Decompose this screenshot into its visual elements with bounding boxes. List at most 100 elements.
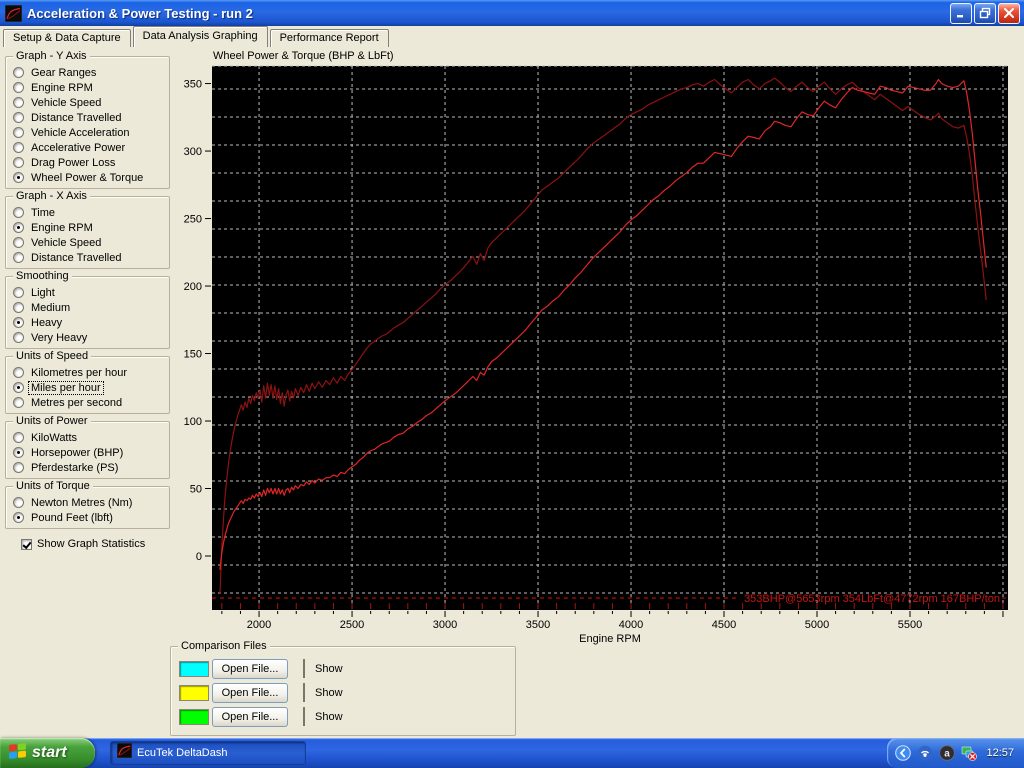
radio-icon bbox=[13, 127, 24, 138]
show-checkbox[interactable] bbox=[303, 707, 310, 726]
group-label: Units of Power bbox=[13, 415, 91, 427]
minimize-button[interactable] bbox=[950, 2, 972, 24]
svg-text:5000: 5000 bbox=[805, 619, 829, 631]
start-button[interactable]: start bbox=[0, 738, 95, 768]
close-button[interactable] bbox=[998, 2, 1020, 24]
tab-performance-report[interactable]: Performance Report bbox=[269, 29, 389, 47]
collapse-chevron-icon[interactable] bbox=[895, 745, 912, 761]
network-error-icon[interactable] bbox=[961, 745, 978, 761]
radio-label: Medium bbox=[31, 301, 71, 314]
radio-icon bbox=[13, 142, 24, 153]
radio-label: Vehicle Speed bbox=[31, 236, 102, 249]
radio-horsepower-bhp[interactable]: Horsepower (BHP) bbox=[13, 445, 167, 460]
radio-kilometres-per-hour[interactable]: Kilometres per hour bbox=[13, 365, 167, 380]
show-graph-statistics-checkbox[interactable]: Show Graph Statistics bbox=[21, 538, 170, 550]
group-label: Units of Speed bbox=[13, 350, 92, 362]
show-checkbox[interactable] bbox=[303, 659, 310, 678]
power-torque-plot: 0 50 100 150 200 250 300 350 2000 2500 3000 3500 400… bbox=[184, 65, 1008, 645]
taskbar: start EcuTek DeltaDash a 12:57 bbox=[0, 738, 1024, 768]
radio-kilowatts[interactable]: KiloWatts bbox=[13, 430, 167, 445]
radio-very-heavy[interactable]: Very Heavy bbox=[13, 330, 167, 345]
comparison-color-swatch bbox=[179, 685, 209, 701]
radio-label: Newton Metres (Nm) bbox=[31, 496, 133, 509]
radio-icon bbox=[13, 317, 24, 328]
tab-setup-data-capture[interactable]: Setup & Data Capture bbox=[3, 29, 131, 47]
comparison-color-swatch bbox=[179, 661, 209, 677]
comparison-color-swatch bbox=[179, 709, 209, 725]
radio-label: Distance Travelled bbox=[31, 251, 122, 264]
radio-icon bbox=[13, 497, 24, 508]
radio-icon bbox=[13, 237, 24, 248]
radio-pferdestarke-ps[interactable]: Pferdestarke (PS) bbox=[13, 460, 167, 475]
radio-label: Heavy bbox=[31, 316, 63, 329]
radio-time[interactable]: Time bbox=[13, 205, 167, 220]
radio-label: Gear Ranges bbox=[31, 66, 97, 79]
radio-pound-feet-lbft[interactable]: Pound Feet (lbft) bbox=[13, 510, 167, 525]
radio-icon bbox=[13, 382, 24, 393]
taskbar-clock: 12:57 bbox=[986, 747, 1014, 759]
group-label: Smoothing bbox=[13, 270, 72, 282]
svg-text:100: 100 bbox=[184, 416, 202, 428]
open-file-button[interactable]: Open File... bbox=[212, 707, 288, 727]
radio-light[interactable]: Light bbox=[13, 285, 167, 300]
chart-area: Wheel Power & Torque (BHP & LbFt) 0 50 100… bbox=[180, 50, 1020, 650]
show-checkbox[interactable] bbox=[303, 683, 310, 702]
radio-icon bbox=[13, 462, 24, 473]
group-units-of-speed: Units of Speed Kilometres per hour Miles p… bbox=[5, 350, 170, 414]
radio-engine-rpm[interactable]: Engine RPM bbox=[13, 220, 167, 235]
radio-icon bbox=[13, 222, 24, 233]
open-file-button[interactable]: Open File... bbox=[212, 659, 288, 679]
radio-label: Light bbox=[31, 286, 55, 299]
radio-gear-ranges[interactable]: Gear Ranges bbox=[13, 65, 167, 80]
radio-label: Kilometres per hour bbox=[31, 366, 127, 379]
radio-vehicle-speed[interactable]: Vehicle Speed bbox=[13, 95, 167, 110]
radio-miles-per-hour[interactable]: Miles per hour bbox=[13, 380, 167, 395]
radio-label: Pferdestarke (PS) bbox=[31, 461, 119, 474]
comparison-row: Open File... Show bbox=[179, 681, 515, 705]
wireless-signal-icon[interactable] bbox=[917, 745, 933, 761]
radio-wheel-power-torque[interactable]: Wheel Power & Torque bbox=[13, 170, 167, 185]
svg-text:2500: 2500 bbox=[340, 619, 364, 631]
radio-accelerative-power[interactable]: Accelerative Power bbox=[13, 140, 167, 155]
group-units-of-power: Units of Power KiloWatts Horsepower (BHP) P… bbox=[5, 415, 170, 479]
open-file-button[interactable]: Open File... bbox=[212, 683, 288, 703]
restore-button[interactable] bbox=[974, 2, 996, 24]
svg-text:Engine RPM: Engine RPM bbox=[579, 633, 641, 645]
tab-page: Graph - Y Axis Gear Ranges Engine RPM Vehic… bbox=[0, 47, 1024, 738]
radio-heavy[interactable]: Heavy bbox=[13, 315, 167, 330]
radio-label: Very Heavy bbox=[31, 331, 88, 344]
checkbox-icon bbox=[21, 538, 32, 550]
radio-icon bbox=[13, 432, 24, 443]
group-label: Graph - X Axis bbox=[13, 190, 90, 202]
radio-vehicle-acceleration[interactable]: Vehicle Acceleration bbox=[13, 125, 167, 140]
radio-icon bbox=[13, 447, 24, 458]
a-badge-icon[interactable]: a bbox=[939, 745, 956, 761]
radio-metres-per-second[interactable]: Metres per second bbox=[13, 395, 167, 410]
tab-data-analysis-graphing[interactable]: Data Analysis Graphing bbox=[132, 26, 268, 47]
task-button-ecutek-deltadash[interactable]: EcuTek DeltaDash bbox=[110, 741, 306, 765]
chart-title: Wheel Power & Torque (BHP & LbFt) bbox=[213, 50, 394, 62]
titlebar[interactable]: Acceleration & Power Testing - run 2 bbox=[0, 0, 1024, 26]
radio-label: Distance Travelled bbox=[31, 111, 122, 124]
radio-vehicle-speed[interactable]: Vehicle Speed bbox=[13, 235, 167, 250]
radio-newton-metres-nm[interactable]: Newton Metres (Nm) bbox=[13, 495, 167, 510]
group-label: Units of Torque bbox=[13, 480, 93, 492]
radio-label: Pound Feet (lbft) bbox=[31, 511, 113, 524]
window-title: Acceleration & Power Testing - run 2 bbox=[27, 5, 253, 21]
group-graph-y-axis: Graph - Y Axis Gear Ranges Engine RPM Vehic… bbox=[5, 50, 170, 189]
svg-text:4000: 4000 bbox=[619, 619, 643, 631]
checkbox-icon bbox=[303, 659, 305, 678]
radio-drag-power-loss[interactable]: Drag Power Loss bbox=[13, 155, 167, 170]
radio-distance-travelled[interactable]: Distance Travelled bbox=[13, 110, 167, 125]
radio-label: Vehicle Speed bbox=[31, 96, 102, 109]
radio-icon bbox=[13, 157, 24, 168]
comparison-files-group: Comparison Files Open File... Show Open Fi… bbox=[170, 640, 516, 736]
show-label: Show bbox=[315, 663, 343, 675]
radio-icon bbox=[13, 252, 24, 263]
svg-text:350: 350 bbox=[184, 79, 202, 91]
radio-engine-rpm[interactable]: Engine RPM bbox=[13, 80, 167, 95]
radio-distance-travelled[interactable]: Distance Travelled bbox=[13, 250, 167, 265]
radio-icon bbox=[13, 172, 24, 183]
svg-text:200: 200 bbox=[184, 281, 202, 293]
radio-medium[interactable]: Medium bbox=[13, 300, 167, 315]
